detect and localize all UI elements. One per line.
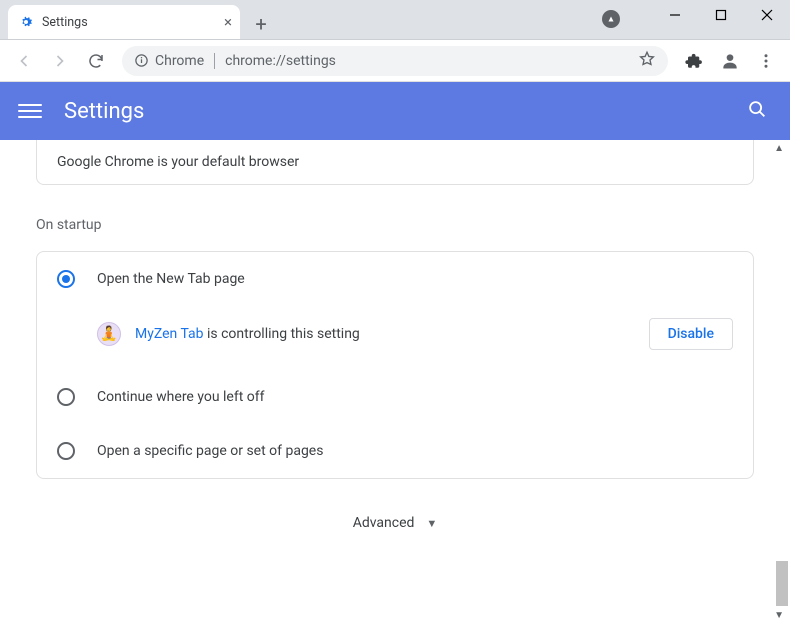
menu-hamburger-button[interactable] bbox=[18, 99, 42, 123]
extension-icon: 🧘 bbox=[97, 322, 121, 346]
url-scheme-label: Chrome bbox=[155, 53, 204, 69]
url-text: chrome://settings bbox=[225, 53, 336, 69]
radio-selected-icon bbox=[57, 270, 75, 288]
site-info-icon[interactable]: Chrome bbox=[134, 53, 204, 69]
option-label: Open a specific page or set of pages bbox=[97, 443, 323, 459]
startup-card: Open the New Tab page 🧘 MyZen Tab is con… bbox=[36, 251, 754, 479]
startup-option-new-tab[interactable]: Open the New Tab page bbox=[37, 252, 753, 306]
profile-button[interactable] bbox=[714, 45, 746, 77]
option-label: Open the New Tab page bbox=[97, 271, 245, 287]
settings-header: Settings bbox=[0, 82, 790, 140]
advanced-label: Advanced bbox=[353, 515, 415, 531]
chevron-down-icon: ▼ bbox=[426, 517, 437, 530]
tab-close-button[interactable]: × bbox=[224, 13, 232, 31]
startup-option-specific[interactable]: Open a specific page or set of pages bbox=[37, 424, 753, 478]
scroll-down-arrow[interactable]: ▼ bbox=[774, 610, 784, 621]
radio-unselected-icon bbox=[57, 388, 75, 406]
close-window-button[interactable] bbox=[744, 0, 790, 30]
radio-unselected-icon bbox=[57, 442, 75, 460]
default-browser-card: Google Chrome is your default browser bbox=[36, 140, 754, 185]
reload-button[interactable] bbox=[80, 45, 112, 77]
default-browser-text: Google Chrome is your default browser bbox=[57, 154, 299, 170]
extensions-button[interactable] bbox=[678, 45, 710, 77]
option-label: Continue where you left off bbox=[97, 389, 265, 405]
settings-content: Google Chrome is your default browser On… bbox=[0, 140, 790, 624]
browser-toolbar: Chrome chrome://settings bbox=[0, 40, 790, 82]
forward-button[interactable] bbox=[44, 45, 76, 77]
extension-name-link[interactable]: MyZen Tab bbox=[135, 326, 204, 342]
omnibox-divider bbox=[214, 53, 215, 69]
scrollbar-thumb[interactable] bbox=[776, 561, 788, 606]
menu-button[interactable] bbox=[750, 45, 782, 77]
tab-title: Settings bbox=[42, 15, 88, 30]
minimize-button[interactable] bbox=[652, 0, 698, 30]
maximize-button[interactable] bbox=[698, 0, 744, 30]
new-tab-button[interactable]: + bbox=[246, 9, 276, 39]
bookmark-star-icon[interactable] bbox=[638, 50, 656, 72]
advanced-toggle[interactable]: Advanced ▼ bbox=[36, 515, 754, 531]
search-button[interactable] bbox=[746, 98, 768, 124]
profile-indicator-icon[interactable] bbox=[602, 10, 620, 28]
startup-option-continue[interactable]: Continue where you left off bbox=[37, 370, 753, 424]
disable-button[interactable]: Disable bbox=[649, 318, 733, 350]
controlled-suffix: is controlling this setting bbox=[204, 326, 360, 342]
settings-gear-icon bbox=[18, 14, 34, 30]
back-button[interactable] bbox=[8, 45, 40, 77]
controlled-by-extension-row: 🧘 MyZen Tab is controlling this setting … bbox=[37, 306, 753, 370]
tab-settings[interactable]: Settings × bbox=[8, 5, 240, 39]
startup-section-title: On startup bbox=[36, 217, 754, 233]
page-title: Settings bbox=[64, 99, 144, 124]
scrollbar[interactable] bbox=[774, 140, 790, 624]
address-bar[interactable]: Chrome chrome://settings bbox=[122, 46, 668, 76]
